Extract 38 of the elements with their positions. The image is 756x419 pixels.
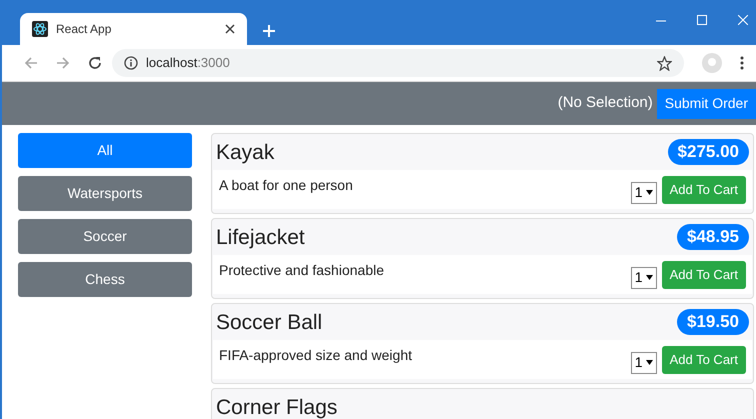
browser-tab[interactable]: React App [20,13,247,45]
price-badge: $19.50 [677,309,749,335]
submit-order-button[interactable]: Submit Order [656,88,756,118]
category-button[interactable]: All [18,133,192,168]
dropdown-arrow-icon [646,190,653,195]
star-icon[interactable] [657,56,672,70]
close-icon[interactable] [225,24,235,34]
maximize-icon[interactable] [697,15,707,25]
quantity-select[interactable]: 1 [630,182,657,204]
quantity-select[interactable]: 1 [630,352,657,374]
dropdown-arrow-icon [646,275,653,280]
price-badge: $275.00 [668,139,749,165]
product-description: Protective and fashionable [219,261,385,280]
quantity-select[interactable]: 1 [630,266,657,288]
category-button[interactable]: Watersports [18,176,192,211]
tab-title: React App [56,21,112,38]
reload-icon[interactable] [88,56,102,70]
product-name: Soccer Ball [216,312,322,332]
selection-text: (No Selection) [558,93,653,114]
product-description: FIFA-approved size and weight [219,346,413,365]
address-bar[interactable]: localhost:3000 [112,49,684,77]
category-button[interactable]: Chess [18,262,192,297]
product-description: A boat for one person [219,176,354,195]
price-badge: $48.95 [677,224,749,250]
add-to-cart-button[interactable]: Add To Cart [662,346,746,374]
category-button[interactable]: Soccer [18,219,192,254]
product-name: Kayak [216,142,274,162]
dropdown-arrow-icon [646,360,653,365]
product-name: Lifejacket [216,226,305,248]
minimize-icon[interactable] [656,20,666,22]
product-name: Corner Flags [216,396,338,418]
menu-icon[interactable] [740,56,744,70]
url-text: localhost:3000 [146,54,231,72]
add-to-cart-button[interactable]: Add To Cart [662,176,746,204]
add-to-cart-button[interactable]: Add To Cart [662,260,746,288]
info-icon [124,56,138,70]
new-tab-icon[interactable] [263,25,275,37]
atom-icon [32,21,48,37]
